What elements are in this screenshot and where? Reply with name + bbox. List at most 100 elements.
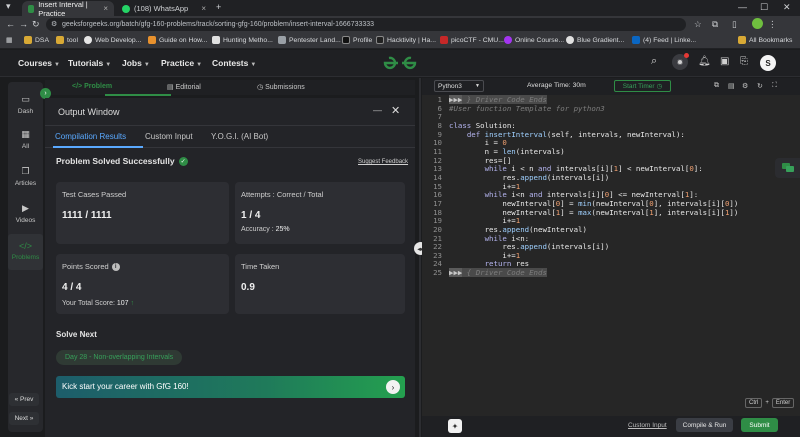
bookmark-blue-gradient[interactable]: Blue Gradient... [566, 36, 624, 44]
gfg-logo-icon[interactable] [382, 55, 418, 71]
fullscreen-icon[interactable]: ⛶ [772, 82, 777, 90]
bookmark-profile[interactable]: Profile [342, 36, 372, 44]
code-content[interactable]: 1 ▶▶▶ } Driver Code Ends 6 #User function … [422, 95, 738, 278]
bell-icon[interactable]: 🔔︎ [698, 56, 711, 67]
sidebar-toggle-icon[interactable]: ▣ [720, 56, 729, 67]
browser-tab-whatsapp[interactable]: (108) WhatsApp × [116, 1, 212, 16]
apps-icon[interactable]: ▦ [6, 36, 12, 44]
site-favicon-icon [440, 36, 448, 44]
browser-tab-active[interactable]: Insert Interval | Practice × [22, 0, 114, 18]
active-tab-indicator [53, 146, 143, 148]
split-divider[interactable] [419, 78, 421, 437]
tab-compilation-results[interactable]: Compilation Results [55, 132, 126, 141]
start-timer-button[interactable]: Start Timer ◷ [614, 80, 671, 92]
folder-icon [56, 36, 64, 44]
close-tab-icon[interactable]: × [103, 4, 108, 13]
minimize-icon[interactable]: — [738, 2, 747, 12]
tab-search-icon[interactable]: ▾ [6, 1, 11, 12]
menu-icon[interactable]: ⋮ [768, 19, 777, 30]
code-editor[interactable]: 1 ▶▶▶ } Driver Code Ends 6 #User function … [422, 95, 800, 416]
bookmark-hunting[interactable]: Hunting Metho... [212, 36, 273, 44]
bookmark-picoctf[interactable]: picoCTF - CMU... [440, 36, 504, 44]
suggest-feedback-link[interactable]: Suggest Feedback [358, 159, 408, 165]
nav-tutorials[interactable]: Tutorials ▼ [68, 58, 111, 68]
hackerone-icon [376, 36, 384, 44]
site-favicon-icon [566, 36, 574, 44]
test-cases-card: Test Cases Passed 1111 / 1111 [56, 182, 229, 244]
copy-icon[interactable]: ⧉ [714, 82, 719, 90]
compile-run-button[interactable]: Compile & Run [676, 418, 733, 432]
search-icon[interactable]: ⌕ [651, 55, 657, 68]
tab-editorial[interactable]: ▤ Editorial [167, 83, 201, 91]
bookmark-linkedin[interactable]: (4) Feed | Linke... [632, 36, 696, 44]
bookmarks-bar: ▦ DSA tool Web Develop... Guide on How..… [0, 33, 800, 49]
reset-icon[interactable]: ↻ [757, 82, 763, 90]
format-icon[interactable]: ▤ [728, 82, 735, 90]
bookmark-pentester[interactable]: Pentester Land... [278, 36, 341, 44]
maximize-icon[interactable]: ☐ [760, 2, 768, 13]
tab-custom-input[interactable]: Custom Input [145, 132, 193, 141]
submit-button[interactable]: Submit [741, 418, 778, 432]
profile-avatar-icon[interactable] [752, 18, 763, 29]
bookmark-hacktivity[interactable]: Hacktivity | Ha... [376, 36, 436, 44]
notification-dot-icon [684, 53, 689, 58]
address-bar[interactable]: ⚙ geeksforgeeks.org/batch/gfg-160-proble… [46, 18, 686, 31]
new-tab-button[interactable]: + [216, 2, 221, 12]
next-problem-chip[interactable]: Day 28 - Non-overlapping Intervals [56, 350, 183, 365]
left-sidebar: ▭ Dash ▦ All ❐ Articles ▶ Videos </> Pro… [8, 82, 43, 432]
promo-banner[interactable]: Kick start your career with GfG 160! › [56, 376, 405, 398]
folder-icon [24, 36, 32, 44]
sidebar-item-problems[interactable]: </> Problems [8, 234, 43, 270]
check-circle-icon: ✓ [178, 156, 188, 166]
tab-submissions[interactable]: ◷ Submissions [257, 83, 305, 91]
sidebar-item-dash[interactable]: ▭ Dash [8, 94, 43, 115]
browser-tab-strip: Insert Interval | Practice × (108) Whats… [0, 0, 800, 18]
extensions-icon[interactable]: ⧉ [712, 19, 718, 30]
info-icon[interactable]: i [111, 262, 120, 271]
side-panel-icon[interactable]: ▯ [732, 19, 737, 30]
avatar[interactable]: S [760, 55, 776, 71]
bookmark-web-develop[interactable]: Web Develop... [84, 36, 141, 44]
close-tab-icon[interactable]: × [201, 4, 206, 13]
nav-jobs[interactable]: Jobs ▼ [122, 58, 150, 68]
close-window-icon[interactable]: ✕ [783, 2, 791, 13]
chat-icon[interactable] [775, 158, 800, 178]
prev-button[interactable]: « Prev [9, 393, 39, 406]
settings-icon[interactable]: ⚙ [742, 82, 748, 90]
site-favicon-icon [212, 36, 220, 44]
reload-icon[interactable]: ↻ [32, 19, 40, 30]
next-button[interactable]: Next » [9, 412, 39, 425]
average-time: Average Time: 30m [527, 82, 586, 89]
custom-input-link[interactable]: Custom Input [628, 422, 667, 429]
time-taken-label: Time Taken [241, 262, 280, 271]
cart-icon[interactable]: ⎘ [740, 56, 748, 67]
close-icon[interactable]: ✕ [391, 104, 400, 117]
test-cases-label: Test Cases Passed [62, 190, 127, 199]
lightbulb-icon[interactable]: ✦ [448, 419, 462, 433]
sidebar-item-videos[interactable]: ▶ Videos [8, 203, 43, 224]
forward-icon[interactable]: → [19, 19, 28, 29]
site-info-icon[interactable]: ⚙ [51, 20, 57, 28]
nav-practice[interactable]: Practice ▼ [161, 58, 202, 68]
bookmark-star-icon[interactable]: ☆ [694, 19, 702, 30]
sidebar-item-all[interactable]: ▦ All [8, 129, 43, 150]
bookmark-dsa[interactable]: DSA [24, 36, 49, 44]
total-score: Your Total Score: 107 ↑ [62, 300, 135, 307]
minimize-output-icon[interactable]: — [373, 105, 382, 115]
book-icon: ❐ [21, 166, 30, 176]
chevron-right-icon[interactable]: › [386, 380, 400, 394]
problem-panel-tabs: </> Problem ▤ Editorial ◷ Submissions [45, 80, 415, 96]
keyboard-shortcut-hint: Ctrl + Enter [745, 398, 795, 408]
bookmark-guide[interactable]: Guide on How... [148, 36, 207, 44]
all-bookmarks[interactable]: All Bookmarks [738, 36, 792, 44]
points-card: Points Scored i 4 / 4 Your Total Score: 1… [56, 254, 229, 314]
tab-yogi-ai-bot[interactable]: Y.O.G.I. (AI Bot) [211, 132, 268, 141]
back-icon[interactable]: ← [6, 19, 15, 29]
tab-problem[interactable]: </> Problem [72, 83, 112, 90]
bookmark-online-course[interactable]: Online Course... [504, 36, 564, 44]
nav-contests[interactable]: Contests ▼ [212, 58, 256, 68]
sidebar-item-articles[interactable]: ❐ Articles [8, 166, 43, 187]
bookmark-tool[interactable]: tool [56, 36, 78, 44]
nav-courses[interactable]: Courses ▼ [18, 58, 60, 68]
language-select[interactable]: Python3 ▼ [434, 80, 484, 92]
